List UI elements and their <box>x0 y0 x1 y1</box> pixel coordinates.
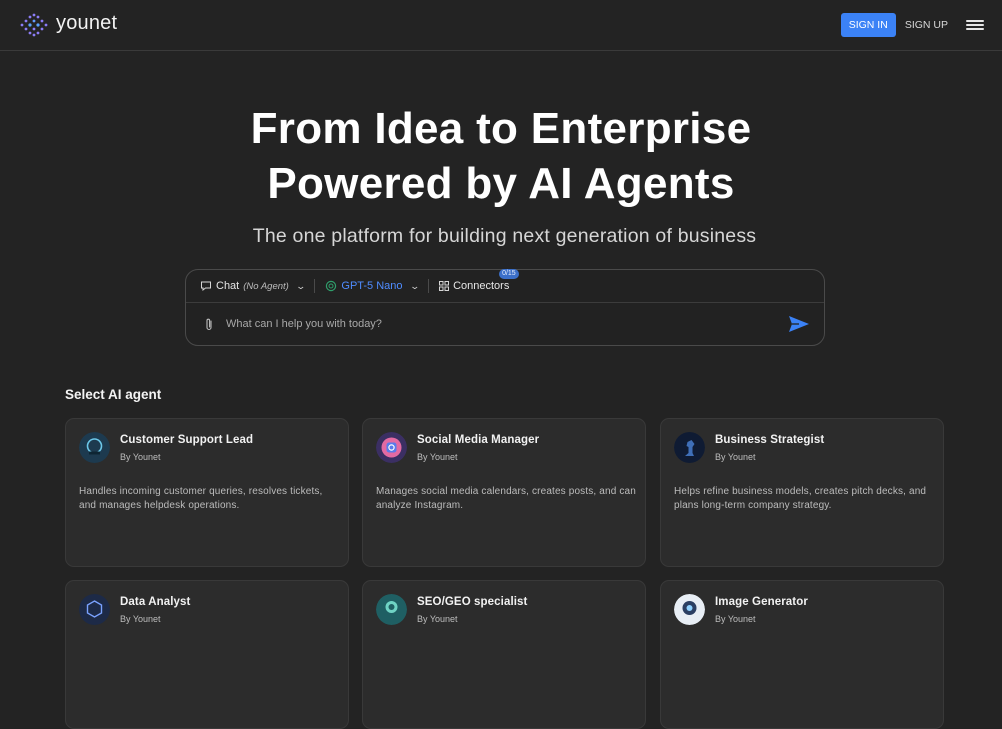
agent-avatar-icon <box>376 432 407 463</box>
agent-avatar-icon <box>674 432 705 463</box>
agent-card-social-media-manager[interactable]: Social Media Manager By Younet Manages s… <box>362 418 646 567</box>
agent-card-data-analyst[interactable]: Data Analyst By Younet <box>65 580 349 729</box>
younet-logo-icon <box>20 13 48 37</box>
hero-title: From Idea to Enterprise Powered by AI Ag… <box>0 101 1002 211</box>
chat-mode-sublabel: (No Agent) <box>243 280 289 292</box>
chat-mode-dropdown[interactable]: Chat (No Agent) ⌄ <box>200 280 306 292</box>
brand-logo[interactable]: younet <box>18 11 117 39</box>
hero-title-line-2: Powered by AI Agents <box>267 159 735 208</box>
toolbar-divider <box>314 279 316 293</box>
hero-title-line-1: From Idea to Enterprise <box>250 104 752 153</box>
paperclip-icon[interactable] <box>204 317 214 332</box>
openai-icon <box>326 280 337 292</box>
agent-name: Business Strategist <box>715 434 825 446</box>
agent-avatar-icon <box>376 594 407 625</box>
agent-card-business-strategist[interactable]: Business Strategist By Younet Helps refi… <box>660 418 944 567</box>
connectors-label: Connectors <box>453 280 510 292</box>
agent-card-customer-support-lead[interactable]: Customer Support Lead By Younet Handles … <box>65 418 349 567</box>
sign-in-button[interactable]: SIGN IN <box>840 13 896 37</box>
toolbar-divider <box>428 279 430 293</box>
agent-name: SEO/GEO specialist <box>417 596 528 608</box>
agent-card-image-generator[interactable]: Image Generator By Younet <box>660 580 944 729</box>
chat-bubble-icon <box>201 281 211 292</box>
chat-composer: Chat (No Agent) ⌄ GPT-5 Nano ⌄ Connector… <box>185 269 825 346</box>
top-navbar: younet SIGN IN SIGN UP <box>0 0 1002 51</box>
agent-name: Social Media Manager <box>417 434 540 446</box>
chat-input-row <box>186 303 824 345</box>
sign-up-button[interactable]: SIGN UP <box>905 19 948 31</box>
agent-card-seo-geo-specialist[interactable]: SEO/GEO specialist By Younet <box>362 580 646 729</box>
brand-name: younet <box>56 11 118 34</box>
chat-mode-label: Chat <box>216 280 240 292</box>
hero-subtitle: The one platform for building next gener… <box>252 225 757 247</box>
agent-description: Helps refine business models, creates pi… <box>674 486 927 511</box>
chat-prompt-input[interactable] <box>226 318 788 330</box>
agents-section-title: Select AI agent <box>65 387 162 402</box>
connectors-button[interactable]: Connectors 0/15 <box>439 269 519 292</box>
model-label: GPT-5 Nano <box>341 280 403 292</box>
agent-author: By Younet <box>417 614 458 624</box>
agent-avatar-icon <box>79 594 110 625</box>
chevron-down-icon: ⌄ <box>295 280 306 291</box>
connectors-count-badge: 0/15 <box>499 269 519 279</box>
agent-name: Customer Support Lead <box>120 434 254 446</box>
agent-author: By Younet <box>417 452 458 462</box>
agent-description: Handles incoming customer queries, resol… <box>79 486 323 511</box>
hamburger-menu-icon[interactable] <box>966 18 984 32</box>
agent-author: By Younet <box>715 452 756 462</box>
model-dropdown[interactable]: GPT-5 Nano ⌄ <box>325 280 420 292</box>
agent-author: By Younet <box>715 614 756 624</box>
agent-author: By Younet <box>120 452 161 462</box>
agent-avatar-icon <box>79 432 110 463</box>
agent-avatar-icon <box>674 594 705 625</box>
agent-name: Image Generator <box>715 596 808 608</box>
chat-toolbar: Chat (No Agent) ⌄ GPT-5 Nano ⌄ Connector… <box>186 269 824 303</box>
agent-author: By Younet <box>120 614 161 624</box>
agent-name: Data Analyst <box>120 596 191 608</box>
agent-description: Manages social media calendars, creates … <box>376 486 636 511</box>
chevron-down-icon: ⌄ <box>409 280 420 291</box>
send-icon[interactable] <box>788 315 810 333</box>
grid-icon <box>439 281 450 291</box>
